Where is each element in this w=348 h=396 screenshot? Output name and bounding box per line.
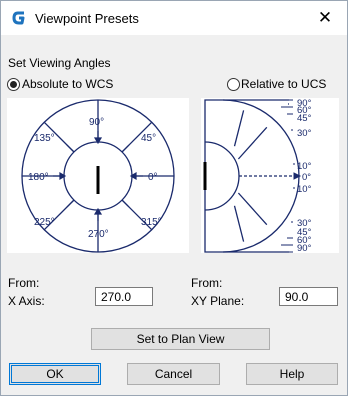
help-button[interactable]: Help <box>246 363 338 385</box>
plane-label-10-bottom: 10° <box>297 184 312 195</box>
xy-plane-label: XY Plane: <box>191 294 245 308</box>
relative-ucs-radio[interactable] <box>227 78 240 91</box>
x-axis-from-label: From: <box>8 276 40 290</box>
set-viewing-angles-label: Set Viewing Angles <box>8 56 111 70</box>
window-title: Viewpoint Presets <box>35 11 139 26</box>
half-dial-inner-arc <box>204 141 240 211</box>
set-to-plan-view-button[interactable]: Set to Plan View <box>91 328 270 350</box>
ok-button-label: OK <box>46 367 64 381</box>
radio-checked-dot <box>10 81 17 88</box>
angle-label-180: 180° <box>28 172 49 183</box>
plane-label-0: 0° <box>302 172 311 183</box>
absolute-wcs-radio[interactable] <box>7 78 20 91</box>
x-axis-label: X Axis: <box>8 294 45 308</box>
xy-plane-input[interactable]: 90.0 <box>279 287 338 306</box>
xy-plane-angle-dial[interactable]: 90° 60° 45° 30° 10° 0° 10° 30° 45° 60° 9… <box>201 98 339 254</box>
angle-label-0: 0° <box>148 172 158 183</box>
plane-label-30-top: 30° <box>297 128 312 139</box>
xy-plane-from-label: From: <box>191 276 223 290</box>
close-button[interactable]: ✕ <box>303 1 347 35</box>
angle-label-90: 90° <box>89 117 104 128</box>
absolute-wcs-label[interactable]: Absolute to WCS <box>22 77 113 91</box>
plane-label-10-top: 10° <box>297 161 312 172</box>
cancel-button[interactable]: Cancel <box>127 363 220 385</box>
angle-label-225: 225° <box>34 217 55 228</box>
wcs-angle-dial[interactable]: 90° 45° 0° 315° 270° 225° 180° 135° <box>7 98 189 253</box>
viewpoint-presets-dialog: Viewpoint Presets ✕ Set Viewing Angles A… <box>0 0 348 396</box>
angle-label-135: 135° <box>34 133 55 144</box>
ok-button[interactable]: OK <box>9 363 101 385</box>
angle-label-45: 45° <box>141 133 156 144</box>
app-logo-icon <box>12 11 25 25</box>
relative-ucs-label[interactable]: Relative to UCS <box>241 77 326 91</box>
plane-label-90-bottom: 90° <box>297 243 312 253</box>
title-bar: Viewpoint Presets ✕ <box>1 1 347 35</box>
angle-label-315: 315° <box>141 217 162 228</box>
angle-label-270: 270° <box>88 229 109 240</box>
plane-label-45-top: 45° <box>297 113 312 124</box>
x-axis-input[interactable]: 270.0 <box>95 287 153 306</box>
